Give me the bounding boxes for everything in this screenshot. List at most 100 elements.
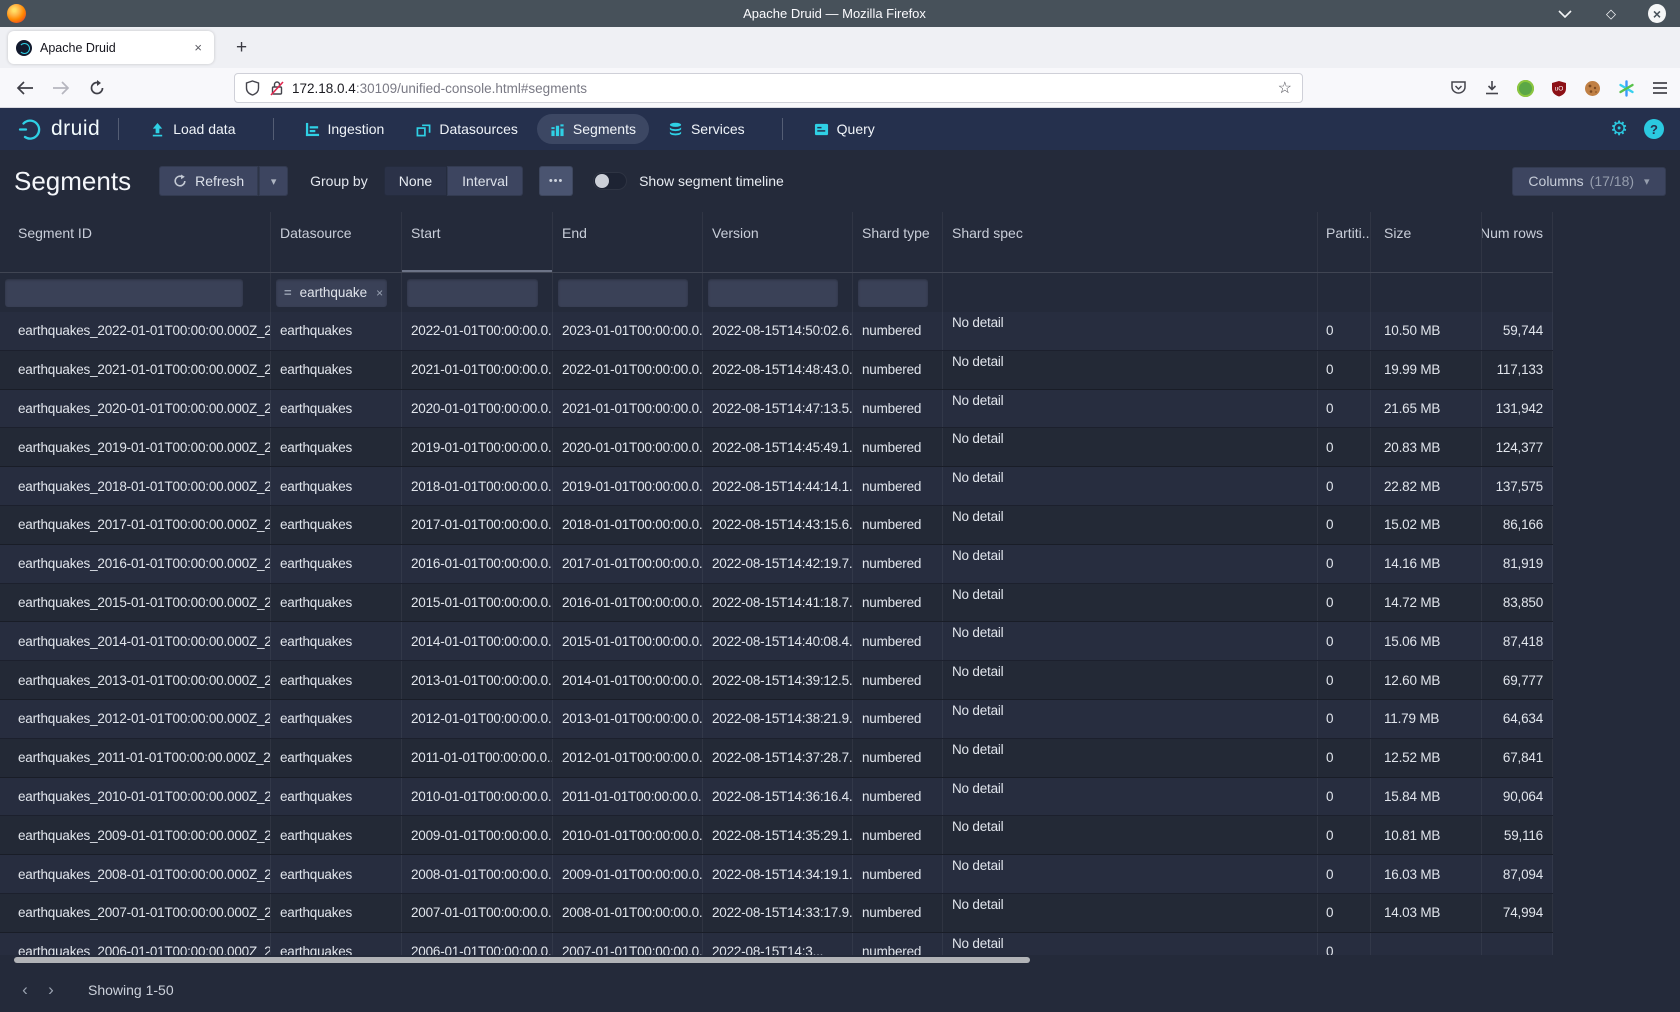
cell-size: 14.16 MB: [1371, 545, 1482, 583]
close-button[interactable]: ×: [1648, 5, 1666, 23]
extension-ublock-icon[interactable]: uO: [1551, 80, 1567, 97]
horizontal-scrollbar[interactable]: [0, 957, 1680, 963]
cell-start: 2007-01-01T00:00:00.0...: [402, 894, 553, 932]
nav-item-ingestion[interactable]: Ingestion: [292, 114, 398, 144]
column-header-datasource[interactable]: Datasource: [271, 212, 402, 272]
table-row[interactable]: earthquakes_2015-01-01T00:00:00.000Z_2..…: [0, 584, 1553, 623]
url-bar[interactable]: 172.18.0.4:30109/unified-console.html#se…: [234, 73, 1303, 103]
filter-input-start[interactable]: [407, 279, 538, 307]
refresh-dropdown-button[interactable]: ▾: [258, 166, 288, 196]
cell-start: 2009-01-01T00:00:00.0...: [402, 816, 553, 854]
table-row[interactable]: earthquakes_2014-01-01T00:00:00.000Z_2..…: [0, 622, 1553, 661]
reload-icon: [89, 80, 105, 96]
nav-item-datasources[interactable]: Datasources: [403, 114, 531, 144]
table-row[interactable]: earthquakes_2020-01-01T00:00:00.000Z_2..…: [0, 390, 1553, 429]
table-row[interactable]: earthquakes_2021-01-01T00:00:00.000Z_2..…: [0, 351, 1553, 390]
help-button[interactable]: ?: [1644, 119, 1664, 139]
cell-version: 2022-08-15T14:41:18.7...: [703, 584, 853, 622]
table-row[interactable]: earthquakes_2017-01-01T00:00:00.000Z_2..…: [0, 506, 1553, 545]
extension-cookie-icon[interactable]: [1584, 80, 1601, 97]
filter-input-version[interactable]: [708, 279, 838, 307]
insecure-lock-icon[interactable]: [270, 80, 284, 96]
refresh-button[interactable]: Refresh: [159, 166, 258, 196]
cell-segment-id: earthquakes_2020-01-01T00:00:00.000Z_2..…: [0, 390, 271, 428]
table-row[interactable]: earthquakes_2019-01-01T00:00:00.000Z_2..…: [0, 428, 1553, 467]
nav-item-services[interactable]: Services: [655, 114, 758, 144]
cell-end: 2017-01-01T00:00:00.0...: [553, 545, 703, 583]
table-row[interactable]: earthquakes_2013-01-01T00:00:00.000Z_2..…: [0, 661, 1553, 700]
more-options-button[interactable]: •••: [539, 166, 573, 196]
group-none-button[interactable]: None: [384, 166, 447, 196]
filter-tag-remove-button[interactable]: ×: [376, 286, 383, 300]
cell-datasource: earthquakes: [271, 933, 402, 955]
back-button[interactable]: [12, 75, 38, 101]
cell-version: 2022-08-15T14:33:17.9...: [703, 894, 853, 932]
cell-shard-type: numbered: [853, 778, 943, 816]
column-header-shard-spec[interactable]: Shard spec: [943, 212, 1318, 272]
nav-item-segments[interactable]: Segments: [537, 114, 649, 144]
minimize-button[interactable]: [1556, 5, 1574, 23]
column-header-end[interactable]: End: [553, 212, 703, 272]
filter-input-end[interactable]: [558, 279, 688, 307]
filter-input-segment-id[interactable]: [5, 279, 243, 307]
cell-shard-spec: No detail: [943, 816, 1318, 854]
column-header-version[interactable]: Version: [703, 212, 853, 272]
settings-gear-button[interactable]: ⚙: [1610, 119, 1628, 139]
table-row[interactable]: earthquakes_2008-01-01T00:00:00.000Z_2..…: [0, 855, 1553, 894]
browser-tab[interactable]: Apache Druid ×: [8, 31, 214, 64]
maximize-icon: ◇: [1606, 6, 1616, 22]
column-header-start[interactable]: Start: [402, 212, 553, 272]
table-row[interactable]: earthquakes_2011-01-01T00:00:00.000Z_2..…: [0, 739, 1553, 778]
column-header-shard-type[interactable]: Shard type: [853, 212, 943, 272]
cell-num-rows: 117,133: [1482, 351, 1553, 389]
cell-shard-spec: No detail: [943, 467, 1318, 505]
new-tab-button[interactable]: +: [228, 37, 255, 59]
column-header-segment-id[interactable]: Segment ID: [0, 212, 271, 272]
table-row[interactable]: earthquakes_2012-01-01T00:00:00.000Z_2..…: [0, 700, 1553, 739]
column-header-num-rows[interactable]: Num rows: [1482, 212, 1553, 272]
reload-button[interactable]: [84, 75, 110, 101]
cell-segment-id: earthquakes_2011-01-01T00:00:00.000Z_2..…: [0, 739, 271, 777]
column-header-size[interactable]: Size: [1371, 212, 1482, 272]
tracking-shield-icon[interactable]: [245, 80, 260, 96]
scrollbar-thumb[interactable]: [14, 957, 1030, 963]
cell-size: 10.81 MB: [1371, 816, 1482, 854]
extension-green-icon[interactable]: [1517, 80, 1534, 97]
previous-page-button[interactable]: ‹: [12, 977, 38, 1003]
cell-shard-spec: No detail: [943, 855, 1318, 893]
cell-size: 11.79 MB: [1371, 700, 1482, 738]
table-row[interactable]: earthquakes_2007-01-01T00:00:00.000Z_2..…: [0, 894, 1553, 933]
table-row[interactable]: earthquakes_2016-01-01T00:00:00.000Z_2..…: [0, 545, 1553, 584]
downloads-button[interactable]: [1484, 80, 1500, 96]
group-interval-button[interactable]: Interval: [447, 166, 523, 196]
back-arrow-icon: [16, 81, 34, 95]
nav-item-load-data[interactable]: Load data: [137, 114, 248, 144]
table-row[interactable]: earthquakes_2009-01-01T00:00:00.000Z_2..…: [0, 816, 1553, 855]
column-header-partition[interactable]: Partiti...: [1318, 212, 1371, 272]
cell-segment-id: earthquakes_2017-01-01T00:00:00.000Z_2..…: [0, 506, 271, 544]
maximize-button[interactable]: ◇: [1602, 5, 1620, 23]
forward-button[interactable]: [48, 75, 74, 101]
filter-input-shard-type[interactable]: [858, 279, 928, 307]
cell-partition: 0: [1318, 351, 1371, 389]
segment-timeline-toggle[interactable]: [593, 172, 627, 190]
cell-start: 2013-01-01T00:00:00.0...: [402, 661, 553, 699]
tab-close-button[interactable]: ×: [190, 38, 206, 57]
columns-button[interactable]: Columns (17/18) ▾: [1512, 167, 1666, 196]
filter-input-datasource[interactable]: =earthquake×: [276, 279, 387, 307]
table-row[interactable]: earthquakes_2010-01-01T00:00:00.000Z_2..…: [0, 778, 1553, 817]
cell-partition: 0: [1318, 778, 1371, 816]
pocket-button[interactable]: [1450, 80, 1467, 96]
table-row[interactable]: earthquakes_2018-01-01T00:00:00.000Z_2..…: [0, 467, 1553, 506]
cell-version: 2022-08-15T14:48:43.0...: [703, 351, 853, 389]
table-row[interactable]: earthquakes_2006-01-01T00:00:00.000Z_2..…: [0, 933, 1553, 955]
druid-logo[interactable]: druid: [18, 117, 100, 141]
nav-item-query[interactable]: Query: [801, 114, 888, 144]
bookmark-star-button[interactable]: ☆: [1278, 78, 1292, 98]
menu-button[interactable]: [1652, 81, 1668, 95]
extension-asterisk-icon[interactable]: [1618, 80, 1635, 97]
next-page-button[interactable]: ›: [38, 977, 64, 1003]
table-row[interactable]: earthquakes_2022-01-01T00:00:00.000Z_2..…: [0, 312, 1553, 351]
cell-shard-type: numbered: [853, 816, 943, 854]
cell-num-rows: 83,850: [1482, 584, 1553, 622]
